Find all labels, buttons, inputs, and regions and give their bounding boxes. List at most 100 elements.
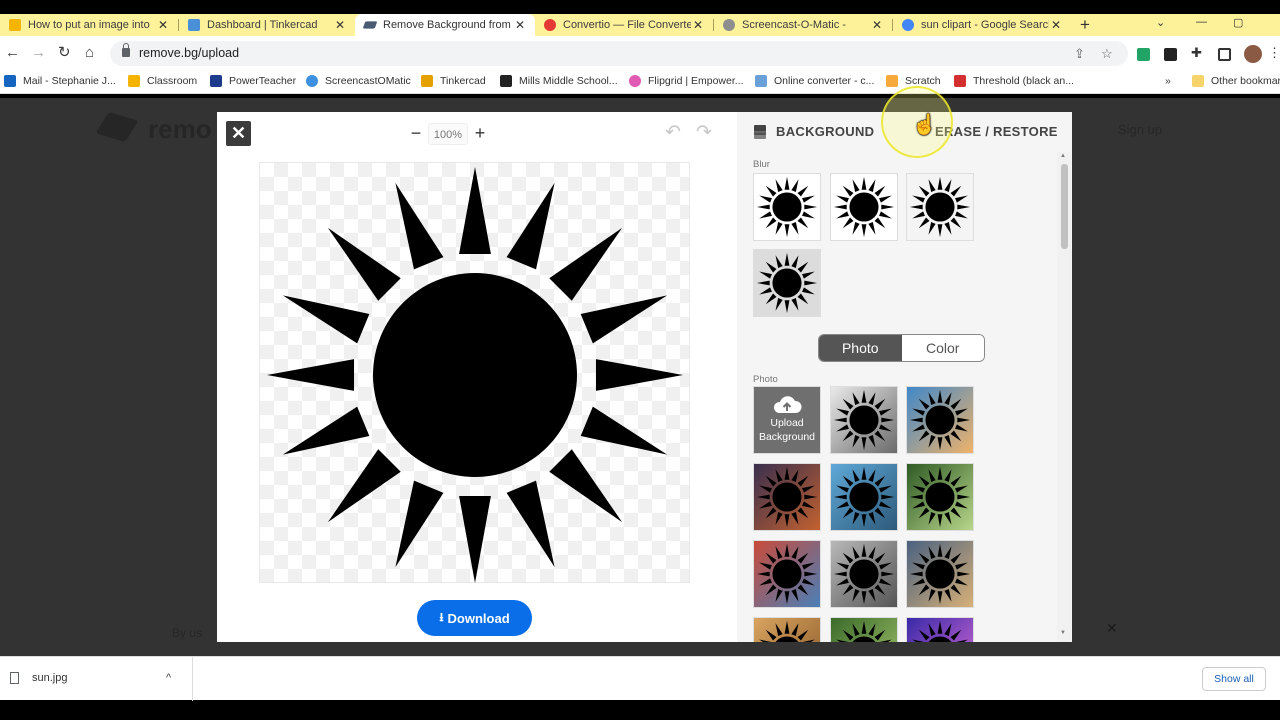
photo-thumb-stage[interactable] [906,617,974,642]
scroll-down-icon[interactable]: ▼ [1060,630,1066,636]
background-panel: BACKGROUND ERASE / RESTORE Blur Photo Co… [737,112,1072,642]
photo-thumb-desert[interactable] [753,617,821,642]
scratch-icon [886,75,898,87]
removebg-logo-text: remo [148,114,212,144]
sun-thumb-icon [907,387,973,453]
profile-avatar[interactable] [1244,45,1262,63]
folder-icon [1192,75,1204,87]
toggle-color[interactable]: Color [901,335,984,361]
scroll-up-icon[interactable]: ▲ [1060,153,1066,159]
bookmark-flipgrid[interactable]: Flipgrid | Empower... [629,75,744,87]
tab-strip: How to put an image into ✕ Dashboard | T… [0,14,1280,36]
bookmark-powerteacher[interactable]: PowerTeacher [210,75,296,87]
tab-background[interactable]: BACKGROUND [753,124,874,139]
sun-thumb-icon [831,464,897,530]
close-tab-icon[interactable]: ✕ [333,18,347,32]
sun-thumb-icon [907,618,973,642]
blur-thumb-2[interactable] [830,173,898,241]
blur-thumb-4[interactable] [753,249,821,317]
tab-erase-restore[interactable]: ERASE / RESTORE [935,124,1058,139]
bookmark-mail[interactable]: Mail - Stephanie J... [4,75,116,87]
zoom-out-button[interactable]: − [404,122,428,146]
bookmark-classroom[interactable]: Classroom [128,75,197,87]
sun-thumb-icon [831,174,897,240]
close-editor-button[interactable]: ✕ [226,121,251,146]
minimize-icon[interactable]: — [1196,16,1207,28]
blur-thumb-3[interactable] [906,173,974,241]
url-text[interactable]: remove.bg/upload [139,46,239,60]
photo-thumb-mountain[interactable] [830,540,898,608]
close-tab-icon[interactable]: ✕ [513,18,527,32]
maximize-icon[interactable]: ▢ [1233,16,1243,29]
youtube-favicon-icon [9,19,21,31]
close-tab-icon[interactable]: ✕ [1049,18,1063,32]
tab-search-icon[interactable]: ⌄ [1156,16,1165,29]
photo-thumb-street[interactable] [906,540,974,608]
share-icon[interactable]: ⇪ [1074,46,1085,62]
back-arrow-icon[interactable]: ← [5,45,20,61]
close-tab-icon[interactable]: ✕ [156,18,170,32]
bookmarks-overflow-button[interactable]: » [1165,75,1171,87]
layers-icon [753,124,768,139]
undo-icon[interactable]: ↶ [665,121,681,144]
other-bookmarks-folder[interactable]: Other bookmarks [1192,75,1280,87]
photo-thumb-graffiti[interactable] [753,540,821,608]
forward-arrow-icon[interactable]: → [31,45,46,61]
new-tab-button[interactable]: + [1080,15,1090,35]
reload-icon[interactable]: ↻ [58,45,71,61]
scrollbar-thumb[interactable] [1061,164,1068,249]
extension-green-icon[interactable] [1137,48,1150,61]
tab-title: Screencast-O-Matic - [742,19,846,31]
screencast-favicon-icon [723,19,735,31]
bookmark-mills-middle[interactable]: Mills Middle School... [500,75,618,87]
photo-thumb-forest[interactable] [830,386,898,454]
close-tab-icon[interactable]: ✕ [691,18,705,32]
threshold-icon [954,75,966,87]
tab-2-active[interactable]: Remove Background from ✕ [355,14,535,36]
file-icon [10,672,19,684]
chevron-up-icon[interactable]: ^ [166,672,171,684]
bookmark-star-icon[interactable]: ☆ [1101,46,1113,62]
download-button[interactable]: ⭳ Download [417,600,532,636]
tab-title: Dashboard | Tinkercad [207,19,318,31]
tab-1[interactable]: Dashboard | Tinkercad ✕ [179,14,355,36]
downloaded-file[interactable]: sun.jpg [10,672,67,684]
download-icon: ⭳ [439,609,444,624]
extension-dark-icon[interactable] [1164,48,1177,61]
tab-4[interactable]: Screencast-O-Matic - ✕ [714,14,892,36]
sun-thumb-icon [831,387,897,453]
side-panel-icon[interactable] [1218,48,1231,61]
redo-icon[interactable]: ↷ [696,121,712,144]
photo-thumb-sunset[interactable] [906,386,974,454]
tab-0[interactable]: How to put an image into ✕ [0,14,178,36]
address-bar[interactable]: remove.bg/upload ⇪ ☆ [110,41,1128,66]
show-all-button[interactable]: Show all [1202,667,1266,691]
photo-thumb-lake[interactable] [830,463,898,531]
tab-title: Remove Background from [383,19,511,31]
home-icon[interactable]: ⌂ [85,45,94,61]
bookmark-threshold[interactable]: Threshold (black an... [954,75,1074,87]
blur-thumb-1[interactable] [753,173,821,241]
removebg-logo-icon [95,111,139,143]
tab-title: How to put an image into [28,19,150,31]
toggle-photo[interactable]: Photo [819,335,902,361]
upload-background-button[interactable]: Upload Background [753,386,821,454]
bookmark-tinkercad[interactable]: Tinkercad [421,75,486,87]
tab-title: Convertio — File Converter [563,19,691,31]
blur-section-label: Blur [753,159,770,170]
bookmark-online-converter[interactable]: Online converter - c... [755,75,874,87]
image-canvas[interactable] [259,162,690,583]
tab-5[interactable]: sun clipart - Google Search ✕ [893,14,1071,36]
banner-close-icon: ✕ [1106,620,1118,636]
photo-thumb-city[interactable] [753,463,821,531]
photo-thumb-jungle[interactable] [830,617,898,642]
extensions-puzzle-icon[interactable]: ✚ [1191,45,1204,60]
panel-scrollbar[interactable]: ▲ ▼ [1057,152,1071,642]
zoom-in-button[interactable]: + [468,122,492,146]
tab-3[interactable]: Convertio — File Converter ✕ [535,14,713,36]
bookmark-screencastomatic[interactable]: ScreencastOMatic [306,75,411,87]
bb-icon [500,75,512,87]
photo-thumb-leaves[interactable] [906,463,974,531]
menu-kebab-icon[interactable]: ⋮ [1268,45,1280,61]
close-tab-icon[interactable]: ✕ [870,18,884,32]
